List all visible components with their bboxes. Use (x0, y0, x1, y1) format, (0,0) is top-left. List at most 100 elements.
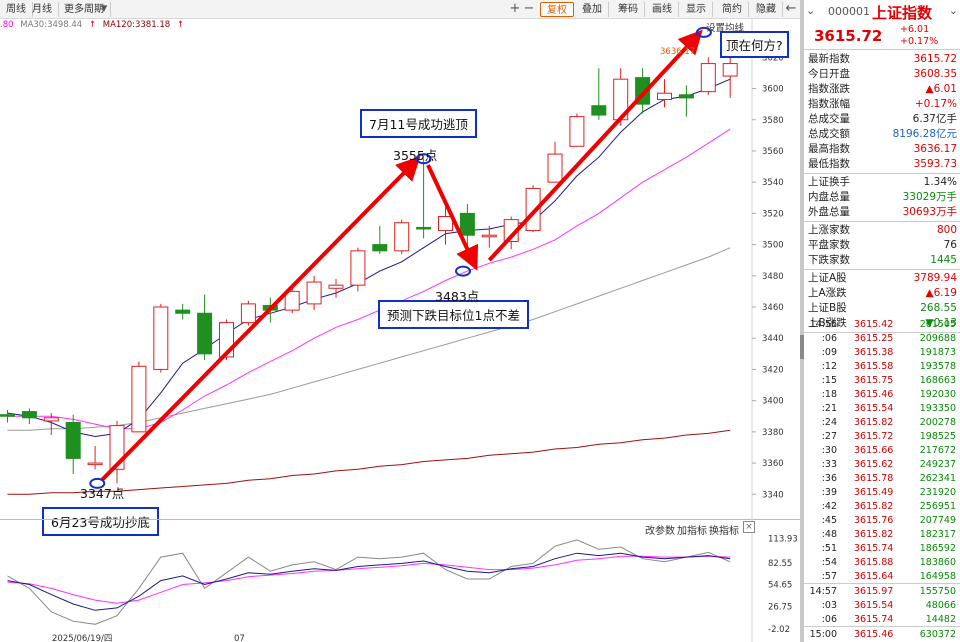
tick-row: 14:56 3615.42 261505 (804, 317, 960, 332)
adjust-button[interactable]: 复权 (540, 2, 574, 17)
candle-body (131, 365, 147, 433)
tick-price: 3615.88 (854, 557, 894, 568)
candle (591, 68, 607, 120)
stat-row: 今日开盘 3608.35 (804, 67, 960, 82)
candle-body (700, 63, 716, 93)
stat-label: 最低指数 (808, 158, 850, 170)
tick-time: 15:00 (809, 629, 837, 640)
tick-time: :51 (821, 543, 837, 554)
stat-label: 上A涨跌 (808, 287, 847, 299)
tick-time: 14:56 (809, 319, 837, 330)
display-button[interactable]: 显示 (680, 2, 713, 17)
chevron-down-icon[interactable]: ⌄ (949, 4, 958, 17)
minus-icon[interactable]: − (522, 1, 536, 17)
tick-volume: 256951 (919, 501, 956, 512)
tick-time: :06 (821, 333, 837, 344)
tick-price: 3615.42 (854, 319, 894, 330)
y-tick-label: 3500 (762, 241, 784, 251)
tick-row: :36 3615.78 262341 (804, 471, 960, 486)
hide-button[interactable]: 隐藏 (750, 2, 783, 17)
candle-body (240, 303, 256, 324)
change-indicator-button[interactable]: 换指标 (709, 522, 739, 537)
candle-body (372, 244, 388, 252)
candle-body (722, 63, 738, 77)
candle (678, 85, 694, 117)
add-indicator-button[interactable]: 加指标 (677, 522, 707, 537)
stat-value: 8196.28亿元 (892, 128, 957, 140)
tick-row: :06 3615.74 14482 (804, 612, 960, 627)
tick-time: :42 (821, 501, 837, 512)
stat-row: 下跌家数 1445 (804, 253, 960, 268)
tick-time: :18 (821, 389, 837, 400)
stat-value: 6.37亿手 (912, 113, 957, 125)
candlestick-chart[interactable]: 3340 3360 3380 3400 3420 3440 3460 3480 3500 3520… (0, 19, 800, 519)
tick-row: :03 3615.54 48066 (804, 598, 960, 613)
simple-button[interactable]: 简约 (716, 2, 749, 17)
tick-volume: 198525 (919, 431, 956, 442)
indicator-y-label: 82.55 (768, 559, 792, 569)
tick-price: 3615.74 (854, 614, 894, 625)
arrow-up-1 (100, 156, 421, 482)
tick-price: 3615.38 (854, 347, 894, 358)
tick-time: :21 (821, 403, 837, 414)
tick-time: :30 (821, 445, 837, 456)
tick-time: :03 (821, 600, 837, 611)
tick-volume: 48066 (925, 600, 956, 611)
tick-row: :39 3615.49 231920 (804, 485, 960, 500)
y-tick-label: 3520 (762, 209, 784, 219)
plus-icon[interactable]: + (508, 1, 522, 17)
stat-row: 最低指数 3593.73 (804, 157, 960, 172)
y-tick-label: 3400 (762, 397, 784, 407)
indicator-d-line (7, 555, 731, 604)
edit-params-button[interactable]: 改参数 (645, 522, 675, 537)
candle-body (394, 222, 410, 252)
overlay-button[interactable]: 叠加 (576, 2, 609, 17)
draw-line-button[interactable]: 画线 (646, 2, 679, 17)
tick-volume: 182317 (919, 529, 956, 540)
tick-row: :48 3615.82 182317 (804, 527, 960, 542)
stat-label: 平盘家数 (808, 239, 850, 251)
tick-price: 3615.49 (854, 487, 894, 498)
stat-row: 上证换手 1.34% (804, 175, 960, 190)
tick-row: :45 3615.76 207749 (804, 513, 960, 528)
stat-row: 最高指数 3636.17 (804, 142, 960, 157)
tick-price: 3615.78 (854, 473, 894, 484)
arrow-left-icon[interactable]: ← (784, 1, 798, 17)
tick-volume: 231920 (919, 487, 956, 498)
stat-label: 上证A股 (808, 272, 847, 284)
divider (804, 221, 960, 222)
tab-monthly[interactable]: 月线 (26, 2, 59, 17)
candle-body (197, 312, 213, 355)
tick-price: 3615.97 (854, 586, 894, 597)
candle-body (438, 216, 453, 232)
stat-row: 指数涨幅 +0.17% (804, 97, 960, 112)
tick-price: 3615.66 (854, 445, 894, 456)
month-tick-label: 07 (234, 634, 245, 642)
stat-value: 3608.35 (913, 68, 957, 80)
stat-row: 最新指数 3615.72 (804, 52, 960, 67)
tick-row: :06 3615.25 209688 (804, 331, 960, 346)
candle-body (350, 250, 366, 286)
tick-volume: 209688 (919, 333, 956, 344)
index-change-pct: +0.17% (900, 36, 939, 47)
candle (240, 300, 256, 326)
tick-price: 3615.54 (854, 403, 894, 414)
stat-row: 上A涨跌 ▲6.19 (804, 286, 960, 301)
index-price: 3615.72 (814, 27, 883, 45)
close-icon[interactable]: × (743, 521, 755, 533)
stat-label: 上证换手 (808, 176, 850, 188)
tick-time: :45 (821, 515, 837, 526)
tick-row: :18 3615.46 192030 (804, 387, 960, 402)
chevron-down-icon[interactable]: ▾ (97, 1, 111, 17)
tick-price: 3615.64 (854, 571, 894, 582)
chips-button[interactable]: 筹码 (612, 2, 645, 17)
stat-label: 下跌家数 (808, 254, 850, 266)
stat-row: 上证A股 3789.94 (804, 271, 960, 286)
tick-row: :30 3615.66 217672 (804, 443, 960, 458)
tick-row: 15:00 3615.46 630372 (804, 627, 960, 642)
indicator-y-label: 26.75 (768, 603, 792, 613)
tick-price: 3615.75 (854, 375, 894, 386)
indicator-chart[interactable]: 113.9382.5554.6526.75-2.02 2025/06/19/四 … (0, 519, 800, 642)
stat-label: 总成交量 (808, 113, 850, 125)
chevron-down-icon[interactable]: ⌄ (806, 4, 815, 17)
